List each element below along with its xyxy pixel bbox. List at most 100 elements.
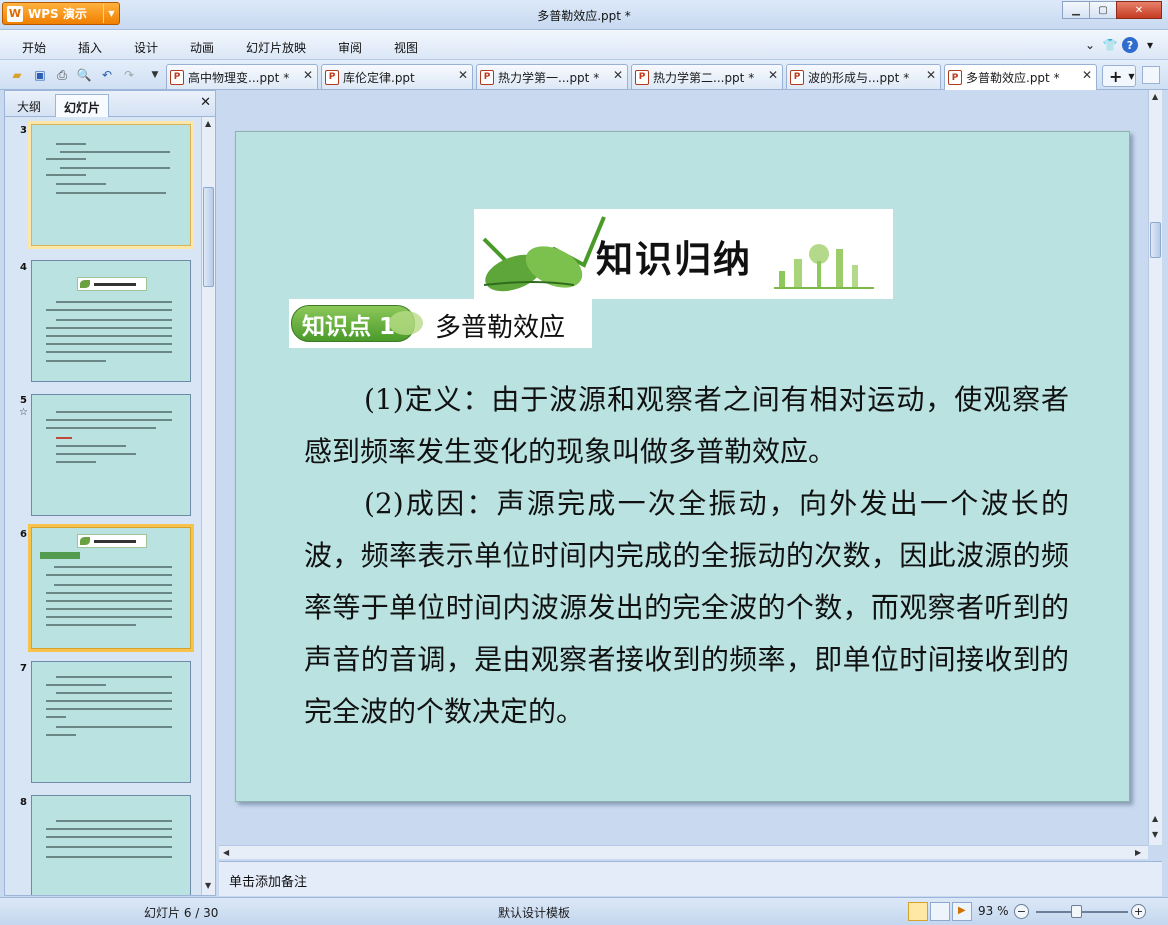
scroll-up-icon[interactable]: ▲ xyxy=(1152,92,1158,101)
tab-label: 热力学第一...ppt * xyxy=(498,70,600,85)
scroll-thumb[interactable] xyxy=(1150,222,1161,258)
zoom-slider-knob[interactable] xyxy=(1071,905,1082,918)
scroll-right-icon[interactable]: ▶ xyxy=(1135,848,1141,857)
menu-insert[interactable]: 插入 xyxy=(78,39,102,56)
slide-number: 3 xyxy=(20,125,27,136)
ppt-file-icon: P xyxy=(790,69,804,85)
scroll-down-icon[interactable]: ▼ xyxy=(205,881,211,890)
tab-label: 波的形成与...ppt * xyxy=(808,70,910,85)
tab-doc-2[interactable]: P 库伦定律.ppt ✕ xyxy=(321,64,473,89)
thumbnail-list: 3 4 5 ☆ 6 7 8 xyxy=(5,117,201,895)
menu-review[interactable]: 审阅 xyxy=(338,39,362,56)
window-controls: ▁ ▢ ✕ xyxy=(1062,1,1162,19)
menu-home[interactable]: 开始 xyxy=(22,39,46,56)
tab-doc-3[interactable]: P 热力学第一...ppt * ✕ xyxy=(476,64,628,89)
minimize-button[interactable]: ▁ xyxy=(1062,1,1090,19)
save-icon[interactable]: ▣ xyxy=(31,66,49,84)
zoom-in-button[interactable]: + xyxy=(1131,904,1146,919)
tab-list-button[interactable] xyxy=(1142,66,1160,84)
thumbnail-scrollbar[interactable]: ▲ ▼ xyxy=(201,117,215,895)
ppt-file-icon: P xyxy=(635,69,649,85)
menu-bar: 开始 插入 设计 动画 幻灯片放映 审阅 视图 ⌄ 👕 ? ▾ xyxy=(0,30,1168,60)
tab-doc-1[interactable]: P 高中物理变...ppt * ✕ xyxy=(166,64,318,89)
slide-editor: 知识归纳 知识点 1 多普勒效应 (1)定义：由于波源和观察者之间有相对运动，使… xyxy=(219,90,1162,860)
menu-animation[interactable]: 动画 xyxy=(190,39,214,56)
title-bar: W WPS 演示 ▼ 多普勒效应.ppt * ▁ ▢ ✕ xyxy=(0,0,1168,30)
editor-vertical-scrollbar[interactable]: ▲ ▲ ▼ xyxy=(1148,90,1162,845)
toolbar-tabbar: ▰ ▣ ⎙ 🔍 ↶ ↷ ▼ P 高中物理变...ppt * ✕ P 库伦定律.p… xyxy=(0,60,1168,90)
close-tab-icon[interactable]: ✕ xyxy=(303,68,313,82)
menu-slideshow[interactable]: 幻灯片放映 xyxy=(246,39,306,56)
animation-star-icon: ☆ xyxy=(19,407,28,418)
tab-label: 热力学第二...ppt * xyxy=(653,70,755,85)
slide-counter: 幻灯片 6 / 30 xyxy=(144,906,219,920)
close-tab-icon[interactable]: ✕ xyxy=(613,68,623,82)
tab-label: 库伦定律.ppt xyxy=(343,70,415,85)
window-title: 多普勒效应.ppt * xyxy=(537,9,631,23)
tab-label: 高中物理变...ppt * xyxy=(188,70,290,85)
tab-outline[interactable]: 大纲 xyxy=(9,94,49,117)
slide-thumbnail-7[interactable] xyxy=(31,661,191,783)
tab-doc-4[interactable]: P 热力学第二...ppt * ✕ xyxy=(631,64,783,89)
tab-slides[interactable]: 幻灯片 xyxy=(55,94,110,117)
chevron-down-icon[interactable]: ⌄ xyxy=(1082,37,1098,53)
template-name: 默认设计模板 xyxy=(498,906,571,920)
slide-thumbnail-4[interactable] xyxy=(31,260,191,382)
ppt-file-icon: P xyxy=(170,69,184,85)
knowledge-summary-banner: 知识归纳 xyxy=(474,209,893,299)
maximize-button[interactable]: ▢ xyxy=(1089,1,1117,19)
tab-doc-5[interactable]: P 波的形成与...ppt * ✕ xyxy=(786,64,941,89)
menu-design[interactable]: 设计 xyxy=(134,39,158,56)
print-icon[interactable]: ⎙ xyxy=(53,66,71,84)
skin-shirt-icon[interactable]: 👕 xyxy=(1102,37,1118,53)
tab-label: 多普勒效应.ppt * xyxy=(966,71,1060,85)
next-slide-icon[interactable]: ▼ xyxy=(1152,830,1158,839)
zoom-out-button[interactable]: − xyxy=(1014,904,1029,919)
chevron-down-icon[interactable]: ▼ xyxy=(146,66,164,84)
ppt-file-icon: P xyxy=(325,69,339,85)
slide-thumbnail-6-selected[interactable] xyxy=(28,524,194,652)
slide-number: 8 xyxy=(20,797,27,808)
paragraph-cause: (2)成因：声源完成一次全振动，向外发出一个波长的波，频率表示单位时间内完成的全… xyxy=(304,487,1069,728)
menu-right-tools: ⌄ 👕 ? ▾ xyxy=(1082,37,1158,53)
normal-view-button[interactable] xyxy=(908,902,928,921)
open-folder-icon[interactable]: ▰ xyxy=(8,66,26,84)
tab-doc-6-active[interactable]: P 多普勒效应.ppt * ✕ xyxy=(944,64,1097,90)
slide-thumbnail-3[interactable] xyxy=(28,121,194,249)
close-tab-icon[interactable]: ✕ xyxy=(768,68,778,82)
undo-icon[interactable]: ↶ xyxy=(98,66,116,84)
close-tab-icon[interactable]: ✕ xyxy=(458,68,468,82)
slide-number: 6 xyxy=(20,529,27,540)
current-slide[interactable]: 知识归纳 知识点 1 多普勒效应 (1)定义：由于波源和观察者之间有相对运动，使… xyxy=(235,131,1130,802)
notes-placeholder: 单击添加备注 xyxy=(229,875,308,890)
scroll-thumb[interactable] xyxy=(203,187,214,287)
close-tab-icon[interactable]: ✕ xyxy=(1082,68,1092,82)
print-preview-icon[interactable]: 🔍 xyxy=(75,66,93,84)
knowledge-point-header: 知识点 1 多普勒效应 xyxy=(289,299,592,348)
leaf-icon xyxy=(389,311,423,335)
editor-horizontal-scrollbar[interactable]: ◀ ▶ xyxy=(219,845,1148,859)
close-window-button[interactable]: ✕ xyxy=(1116,1,1162,19)
slide-number: 5 xyxy=(20,395,27,406)
panel-tabs: 大纲 幻灯片 ✕ xyxy=(5,91,215,117)
zoom-slider-track[interactable] xyxy=(1036,911,1128,913)
close-tab-icon[interactable]: ✕ xyxy=(926,68,936,82)
help-icon[interactable]: ? xyxy=(1122,37,1138,53)
status-bar: 幻灯片 6 / 30 默认设计模板 ▶ 93 % − + xyxy=(0,897,1168,925)
slide-thumbnail-5[interactable] xyxy=(31,394,191,516)
redo-icon[interactable]: ↷ xyxy=(120,66,138,84)
previous-slide-icon[interactable]: ▲ xyxy=(1152,814,1158,823)
close-icon[interactable]: ✕ xyxy=(200,95,211,110)
chevron-down-icon[interactable]: ▾ xyxy=(1142,37,1158,53)
scroll-left-icon[interactable]: ◀ xyxy=(223,848,229,857)
notes-pane[interactable]: 单击添加备注 xyxy=(219,861,1162,896)
slide-sorter-view-button[interactable] xyxy=(930,902,950,921)
slideshow-view-button[interactable]: ▶ xyxy=(952,902,972,921)
new-tab-button[interactable]: + ▼ xyxy=(1102,65,1136,87)
chevron-down-icon: ▼ xyxy=(1128,71,1135,81)
scroll-up-icon[interactable]: ▲ xyxy=(205,119,211,128)
knowledge-point-title: 多普勒效应 xyxy=(435,313,566,343)
banner-title: 知识归纳 xyxy=(596,238,752,281)
menu-view[interactable]: 视图 xyxy=(394,39,418,56)
slide-thumbnail-8[interactable] xyxy=(31,795,191,895)
